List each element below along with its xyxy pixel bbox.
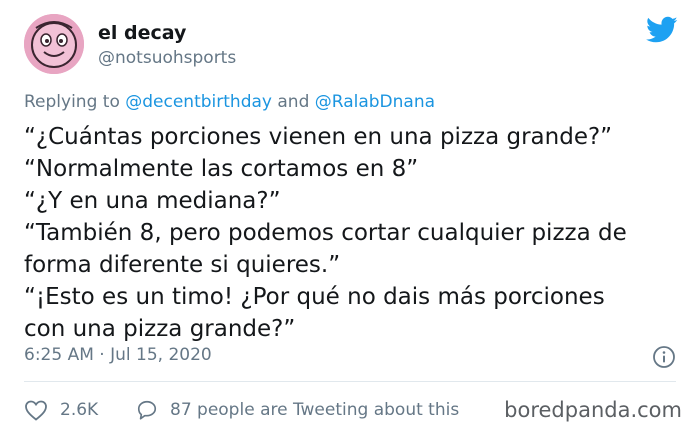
twitter-bird-icon[interactable] bbox=[646, 16, 678, 44]
tweet-line: “¿Cuántas porciones vienen en una pizza … bbox=[24, 124, 613, 150]
tweet-line: “También 8, pero podemos cortar cualquie… bbox=[24, 220, 627, 246]
display-name[interactable]: el decay bbox=[98, 22, 186, 44]
heart-icon bbox=[25, 400, 47, 421]
divider bbox=[24, 381, 676, 382]
info-icon[interactable] bbox=[652, 345, 676, 369]
tweet-line: “¡Esto es un timo! ¿Por qué no dais más … bbox=[24, 284, 605, 310]
avatar-face-icon bbox=[24, 14, 84, 74]
user-handle[interactable]: @notsuohsports bbox=[98, 48, 236, 68]
reply-conjunction: and bbox=[277, 92, 310, 112]
speech-bubble-icon bbox=[137, 400, 157, 420]
mention-link-2[interactable]: @RalabDnana bbox=[315, 92, 435, 112]
reply-context: Replying to @decentbirthday and @RalabDn… bbox=[24, 92, 435, 112]
avatar[interactable] bbox=[24, 14, 84, 74]
conversation-text: 87 people are Tweeting about this bbox=[170, 400, 460, 420]
tweet-line: forma diferente si quieres.” bbox=[24, 252, 341, 278]
like-button[interactable]: 2.6K bbox=[24, 398, 98, 422]
tweet-line: “Normalmente las cortamos en 8” bbox=[24, 156, 419, 182]
tweet-timestamp[interactable]: 6:25 AM · Jul 15, 2020 bbox=[24, 345, 212, 365]
boredpanda-watermark: boredpanda.com bbox=[504, 398, 682, 422]
tweet-line: con una pizza grande?” bbox=[24, 316, 296, 342]
like-count: 2.6K bbox=[60, 400, 99, 420]
reply-prefix: Replying to bbox=[24, 92, 120, 112]
tweet-line: “¿Y en una mediana?” bbox=[24, 188, 281, 214]
tweet-text: “¿Cuántas porciones vienen en una pizza … bbox=[24, 121, 680, 345]
mention-link-1[interactable]: @decentbirthday bbox=[125, 92, 272, 112]
conversation-link[interactable]: 87 people are Tweeting about this bbox=[136, 398, 459, 422]
